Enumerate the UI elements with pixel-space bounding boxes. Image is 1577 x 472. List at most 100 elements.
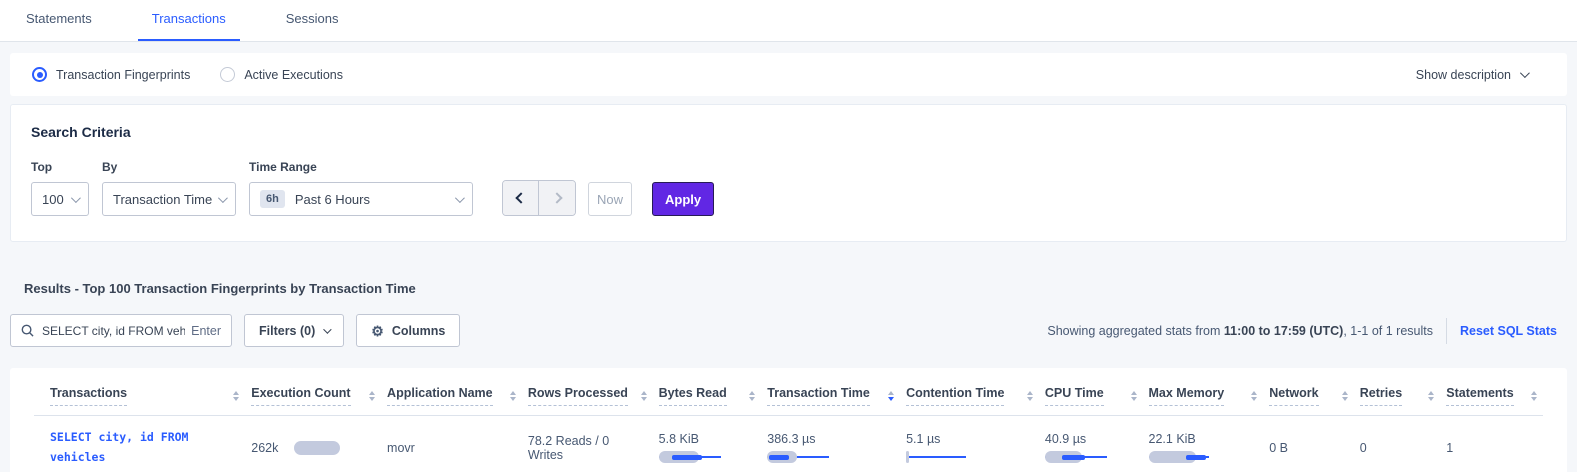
search-icon xyxy=(21,324,34,337)
col-retries[interactable]: Retries xyxy=(1360,386,1402,406)
time-range-select[interactable]: 6h Past 6 Hours xyxy=(249,182,473,216)
transaction-fingerprint-link[interactable]: SELECT city, id FROM vehicles xyxy=(50,428,200,467)
top-select[interactable]: 100 xyxy=(31,182,89,216)
sort-icon[interactable] xyxy=(1525,391,1537,401)
radio-selected-icon xyxy=(32,67,47,82)
sort-icon-active[interactable] xyxy=(882,391,894,401)
radio-label: Active Executions xyxy=(244,68,343,82)
apply-button[interactable]: Apply xyxy=(652,182,714,216)
execution-count-value: 262k xyxy=(251,441,278,455)
radio-unselected-icon xyxy=(220,67,235,82)
radio-transaction-fingerprints[interactable]: Transaction Fingerprints xyxy=(32,67,190,82)
search-input[interactable] xyxy=(42,324,185,338)
table-header-row: Transactions Execution Count Application… xyxy=(34,372,1543,416)
show-description-toggle[interactable]: Show description xyxy=(1416,68,1527,82)
rows-processed-value: 78.2 Reads / 0 Writes xyxy=(522,416,653,472)
time-next-button[interactable] xyxy=(539,181,575,215)
by-select-value: Transaction Time xyxy=(113,192,212,207)
results-heading: Results - Top 100 Transaction Fingerprin… xyxy=(24,281,1553,296)
tab-sessions[interactable]: Sessions xyxy=(272,0,353,41)
sort-icon[interactable] xyxy=(504,391,516,401)
col-max-memory[interactable]: Max Memory xyxy=(1149,386,1225,406)
retries-value: 0 xyxy=(1354,416,1441,472)
bytes-read-bar xyxy=(659,451,721,463)
max-memory-bar xyxy=(1149,451,1211,463)
chevron-down-icon xyxy=(323,325,331,333)
time-pager xyxy=(502,180,576,216)
chevron-down-icon xyxy=(455,193,465,203)
reset-sql-stats-link[interactable]: Reset SQL Stats xyxy=(1460,324,1557,338)
chevron-left-icon xyxy=(515,192,526,203)
results-table-card: Transactions Execution Count Application… xyxy=(10,368,1567,472)
col-application-name[interactable]: Application Name xyxy=(387,386,493,406)
search-criteria-title: Search Criteria xyxy=(31,124,1546,140)
max-memory-value: 22.1 KiB xyxy=(1149,432,1258,446)
time-range-field: Time Range 6h Past 6 Hours xyxy=(249,160,473,216)
chevron-down-icon xyxy=(71,193,81,203)
network-value: 0 B xyxy=(1263,416,1354,472)
transaction-time-value: 386.3 µs xyxy=(767,432,894,446)
contention-time-value: 5.1 µs xyxy=(906,432,1033,446)
chevron-down-icon xyxy=(1520,68,1530,78)
tab-statements[interactable]: Statements xyxy=(12,0,106,41)
results-toolbar: Enter Filters (0) ⚙ Columns Showing aggr… xyxy=(10,314,1567,347)
col-transaction-time[interactable]: Transaction Time xyxy=(767,386,870,406)
radio-label: Transaction Fingerprints xyxy=(56,68,190,82)
col-execution-count[interactable]: Execution Count xyxy=(251,386,350,406)
filters-button[interactable]: Filters (0) xyxy=(244,314,344,347)
table-row: SELECT city, id FROM vehicles 262k movr … xyxy=(34,416,1543,472)
contention-time-bar xyxy=(906,451,968,463)
columns-label: Columns xyxy=(392,324,445,338)
radio-active-executions[interactable]: Active Executions xyxy=(220,67,343,82)
col-cpu-time[interactable]: CPU Time xyxy=(1045,386,1104,406)
sort-icon[interactable] xyxy=(1422,391,1434,401)
top-select-value: 100 xyxy=(42,192,64,207)
application-name-value: movr xyxy=(381,416,522,472)
execution-count-bar xyxy=(294,441,340,455)
filters-label: Filters (0) xyxy=(259,324,315,338)
sort-icon[interactable] xyxy=(1021,391,1033,401)
show-description-label: Show description xyxy=(1416,68,1511,82)
col-bytes-read[interactable]: Bytes Read xyxy=(659,386,727,406)
sort-icon[interactable] xyxy=(743,391,755,401)
search-enter-hint[interactable]: Enter xyxy=(191,324,221,338)
col-network[interactable]: Network xyxy=(1269,386,1318,406)
sort-icon[interactable] xyxy=(363,391,375,401)
top-field: Top 100 xyxy=(31,160,89,216)
by-field-label: By xyxy=(102,160,236,174)
by-field: By Transaction Time xyxy=(102,160,236,216)
time-range-value: Past 6 Hours xyxy=(295,192,370,207)
gear-icon: ⚙ xyxy=(371,324,384,338)
col-rows-processed[interactable]: Rows Processed xyxy=(528,386,628,406)
statements-value: 1 xyxy=(1440,416,1543,472)
chevron-down-icon xyxy=(218,193,228,203)
col-statements[interactable]: Statements xyxy=(1446,386,1513,406)
transactions-table: Transactions Execution Count Application… xyxy=(34,372,1543,472)
time-range-badge: 6h xyxy=(260,190,285,208)
cpu-time-bar xyxy=(1045,451,1107,463)
col-transactions[interactable]: Transactions xyxy=(50,386,127,406)
divider xyxy=(1446,318,1447,344)
tab-transactions[interactable]: Transactions xyxy=(138,0,240,41)
transaction-time-bar xyxy=(767,451,829,463)
cpu-time-value: 40.9 µs xyxy=(1045,432,1137,446)
time-range-label: Time Range xyxy=(249,160,473,174)
bytes-read-value: 5.8 KiB xyxy=(659,432,756,446)
search-criteria-panel: Search Criteria Top 100 By Transaction T… xyxy=(10,104,1567,242)
col-contention-time[interactable]: Contention Time xyxy=(906,386,1004,406)
top-field-label: Top xyxy=(31,160,89,174)
time-prev-button[interactable] xyxy=(503,181,539,215)
chevron-right-icon xyxy=(551,192,562,203)
aggregated-stats-text: Showing aggregated stats from 11:00 to 1… xyxy=(1047,324,1433,338)
view-mode-strip: Transaction Fingerprints Active Executio… xyxy=(10,53,1567,96)
sort-icon[interactable] xyxy=(635,391,647,401)
by-select[interactable]: Transaction Time xyxy=(102,182,236,216)
sort-icon[interactable] xyxy=(1245,391,1257,401)
sort-icon[interactable] xyxy=(1336,391,1348,401)
now-button[interactable]: Now xyxy=(588,182,632,216)
columns-button[interactable]: ⚙ Columns xyxy=(356,314,460,347)
search-box[interactable]: Enter xyxy=(10,314,232,347)
top-tab-bar: Statements Transactions Sessions xyxy=(0,0,1577,42)
sort-icon[interactable] xyxy=(227,391,239,401)
sort-icon[interactable] xyxy=(1125,391,1137,401)
